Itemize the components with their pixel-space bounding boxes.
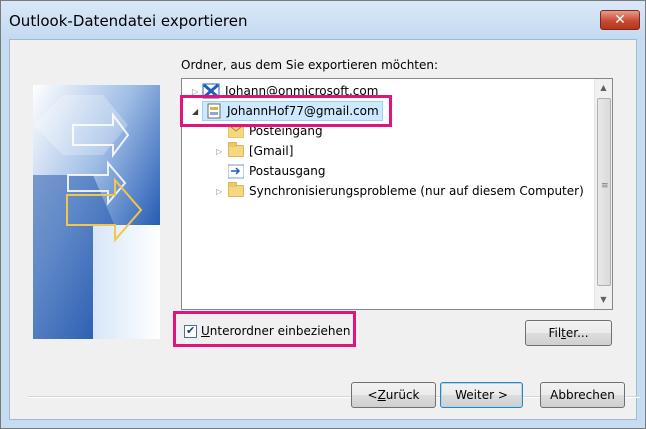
button-text: er...	[565, 326, 589, 340]
folder-icon	[228, 182, 244, 197]
button-text: Abbrechen	[550, 388, 615, 402]
wizard-artwork-svg	[33, 85, 160, 339]
scrollbar-thumb[interactable]: ≡	[597, 98, 611, 286]
wizard-artwork-image	[33, 85, 160, 339]
outbox-folder-icon	[228, 164, 244, 179]
back-button[interactable]: < Zurück	[351, 382, 436, 408]
highlight-selected-account	[180, 95, 392, 127]
scroll-up-icon: ▲	[600, 83, 607, 92]
scroll-down-icon: ▼	[600, 295, 607, 304]
grip-icon: ≡	[601, 181, 609, 191]
tree-node-outbox[interactable]: Postausgang	[228, 161, 326, 181]
scroll-down-button[interactable]: ▼	[595, 291, 612, 308]
tree-node-gmail-folder[interactable]: ▷ [Gmail]	[216, 141, 293, 161]
expand-arrow-icon[interactable]: ▷	[216, 147, 228, 156]
tree-node-label: [Gmail]	[249, 144, 294, 158]
next-button[interactable]: Weiter >	[440, 382, 523, 408]
folder-icon	[228, 142, 244, 157]
tree-node-sync-issues[interactable]: ▷ Synchronisierungsprobleme (nur auf die…	[216, 181, 584, 201]
tree-node-label: Synchronisierungsprobleme (nur auf diese…	[249, 184, 584, 198]
tree-scrollbar[interactable]: ▲ ≡ ▼	[594, 79, 612, 309]
button-text: <	[367, 388, 378, 402]
close-icon: ✕	[614, 12, 626, 28]
window-title: Outlook-Datendatei exportieren	[9, 12, 248, 30]
expand-arrow-icon[interactable]: ▷	[216, 187, 228, 196]
title-bar[interactable]: Outlook-Datendatei exportieren ✕	[1, 1, 645, 39]
filter-button[interactable]: Fil t er...	[525, 320, 612, 346]
tree-node-label: Postausgang	[249, 164, 326, 178]
button-text: Fil	[548, 326, 562, 340]
highlight-include-subfolders	[173, 311, 356, 347]
close-button[interactable]: ✕	[600, 10, 640, 30]
scroll-up-button[interactable]: ▲	[595, 79, 612, 96]
button-text: urück	[385, 388, 420, 402]
cancel-button[interactable]: Abbrechen	[540, 382, 625, 408]
folder-prompt-label: Ordner, aus dem Sie exportieren möchten:	[181, 58, 439, 72]
export-dialog: Outlook-Datendatei exportieren ✕ Ordner,…	[0, 0, 646, 429]
access-key: Z	[377, 388, 386, 402]
button-text: Weiter >	[455, 388, 508, 402]
